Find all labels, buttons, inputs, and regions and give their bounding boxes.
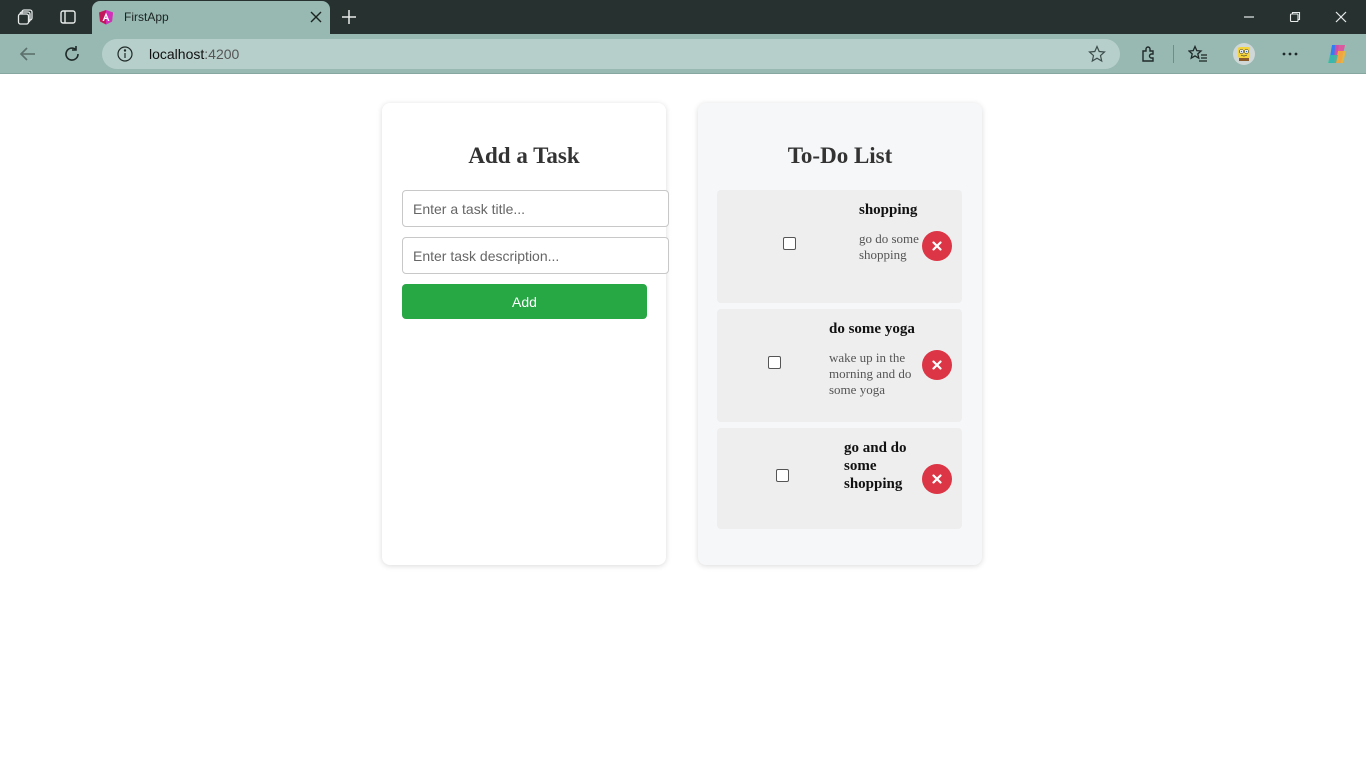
task-title-input[interactable]	[402, 190, 669, 227]
tab-firstapp[interactable]: FirstApp	[92, 1, 330, 34]
favorites-icon[interactable]	[1186, 42, 1210, 66]
todo-list-card: To-Do List shopping go do some shopping …	[698, 103, 982, 565]
add-task-card: Add a Task Add	[382, 103, 669, 565]
minimize-icon[interactable]	[1232, 4, 1266, 30]
todo-title: do some yoga	[829, 321, 915, 337]
browser-toolbar: localhost:4200	[0, 34, 1366, 74]
copilot-icon[interactable]	[1325, 42, 1349, 66]
todo-item: do some yoga wake up in the morning and …	[717, 309, 962, 422]
back-icon[interactable]	[16, 42, 40, 66]
new-tab-icon[interactable]	[338, 6, 360, 28]
address-bar[interactable]: localhost:4200	[102, 39, 1120, 69]
workspaces-icon[interactable]	[15, 6, 37, 28]
todo-text: shopping go do some shopping	[859, 201, 921, 263]
extensions-icon[interactable]	[1137, 42, 1161, 66]
todo-title: shopping	[859, 202, 918, 218]
todo-checkbox[interactable]	[783, 237, 796, 250]
delete-button[interactable]	[922, 231, 952, 261]
close-tab-icon[interactable]	[306, 7, 326, 27]
url-port: :4200	[204, 46, 240, 62]
add-task-heading: Add a Task	[468, 143, 580, 168]
tab-title: FirstApp	[124, 10, 169, 24]
toolbar-separator	[1173, 45, 1174, 63]
tab-actions-icon[interactable]	[57, 6, 79, 28]
site-info-icon[interactable]	[116, 45, 134, 63]
restore-icon[interactable]	[1278, 4, 1312, 30]
profile-avatar-icon[interactable]	[1232, 42, 1256, 66]
browser-titlebar: FirstApp	[0, 0, 1366, 34]
delete-x-icon	[932, 360, 942, 370]
todo-description: go do some shopping	[859, 231, 919, 262]
todo-checkbox[interactable]	[768, 356, 781, 369]
close-window-icon[interactable]	[1324, 4, 1358, 30]
add-button[interactable]: Add	[402, 284, 647, 319]
url-text: localhost:4200	[149, 46, 239, 62]
todo-text: do some yoga wake up in the morning and …	[829, 320, 921, 398]
todo-checkbox[interactable]	[776, 469, 789, 482]
todo-item: shopping go do some shopping	[717, 190, 962, 303]
delete-button[interactable]	[922, 464, 952, 494]
angular-icon	[98, 9, 114, 25]
delete-x-icon	[932, 241, 942, 251]
delete-x-icon	[932, 474, 942, 484]
delete-button[interactable]	[922, 350, 952, 380]
todo-description: wake up in the morning and do some yoga	[829, 350, 912, 397]
reload-icon[interactable]	[60, 42, 84, 66]
favorite-star-icon[interactable]	[1088, 45, 1106, 63]
todo-title: go and do some shopping	[844, 440, 907, 492]
todo-list-heading: To-Do List	[787, 143, 893, 168]
more-icon[interactable]	[1278, 42, 1302, 66]
task-description-input[interactable]	[402, 237, 669, 274]
todo-item: go and do some shopping	[717, 428, 962, 529]
todo-text: go and do some shopping	[844, 439, 922, 493]
url-host: localhost	[149, 46, 205, 62]
